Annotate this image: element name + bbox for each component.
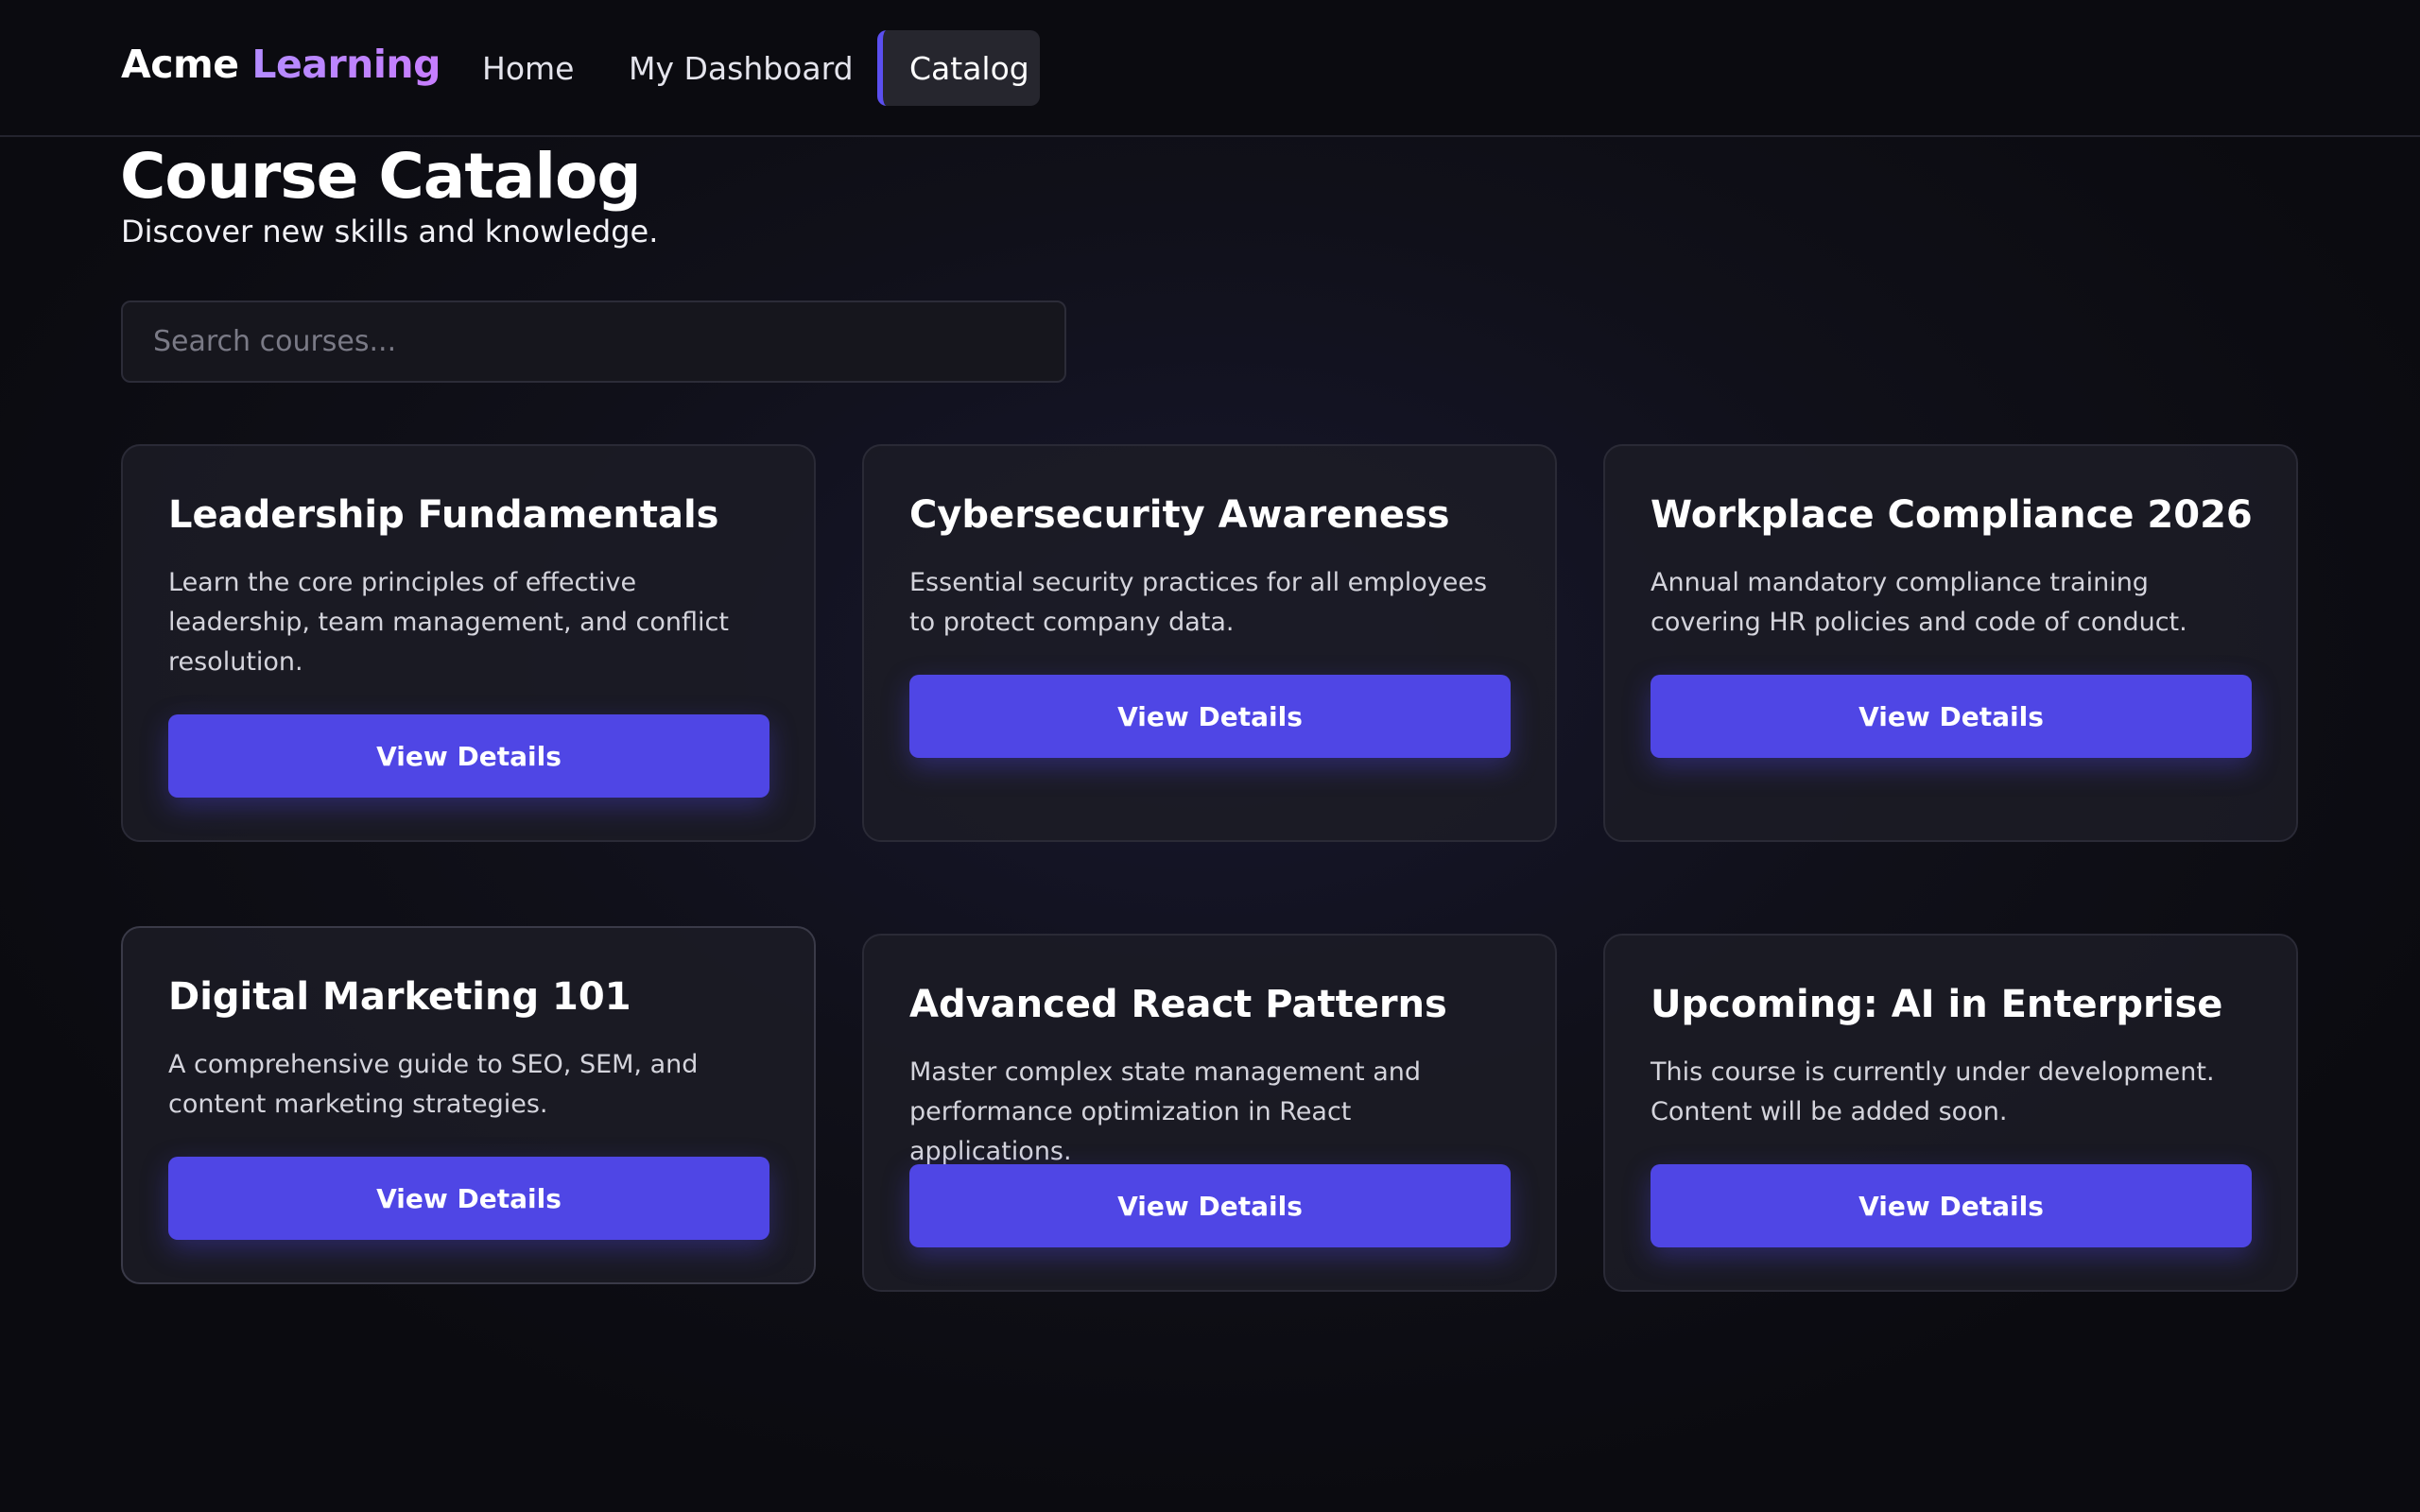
course-title: Upcoming: AI in Enterprise — [1651, 983, 2223, 1026]
course-title: Digital Marketing 101 — [168, 975, 631, 1019]
course-title: Advanced React Patterns — [909, 983, 1447, 1026]
top-nav: Acme Learning Home My Dashboard Catalog — [0, 0, 2420, 137]
view-details-button[interactable]: View Details — [168, 1157, 769, 1240]
page-title: Course Catalog — [120, 140, 642, 213]
course-description: A comprehensive guide to SEO, SEM, and c… — [168, 1050, 699, 1119]
view-details-button[interactable]: View Details — [909, 1164, 1511, 1247]
course-card: Cybersecurity Awareness Essential securi… — [862, 444, 1557, 842]
page-subtitle: Discover new skills and knowledge. — [121, 214, 659, 249]
course-description: Master complex state management and perf… — [909, 1057, 1422, 1166]
course-description: Learn the core principles of effective l… — [168, 568, 729, 677]
nav-link-home[interactable]: Home — [459, 30, 596, 106]
course-title: Cybersecurity Awareness — [909, 493, 1450, 537]
nav-link-catalog[interactable]: Catalog — [877, 30, 1040, 106]
course-title: Leadership Fundamentals — [168, 493, 719, 537]
brand-logo[interactable]: Acme Learning — [121, 42, 441, 87]
brand-name-learning: Learning — [251, 42, 441, 87]
course-card: Leadership Fundamentals Learn the core p… — [121, 444, 816, 842]
course-description: Essential security practices for all emp… — [909, 568, 1488, 637]
view-details-button[interactable]: View Details — [168, 714, 769, 798]
view-details-button[interactable]: View Details — [1651, 1164, 2252, 1247]
course-description: Annual mandatory compliance training cov… — [1651, 568, 2187, 637]
course-title: Workplace Compliance 2026 — [1651, 493, 2253, 537]
search-input[interactable] — [121, 301, 1066, 383]
course-card: Upcoming: AI in Enterprise This course i… — [1603, 934, 2298, 1292]
brand-name-acme: Acme — [121, 42, 252, 87]
course-card: Workplace Compliance 2026 Annual mandato… — [1603, 444, 2298, 842]
view-details-button[interactable]: View Details — [909, 675, 1511, 758]
course-card: Digital Marketing 101 A comprehensive gu… — [121, 926, 816, 1284]
view-details-button[interactable]: View Details — [1651, 675, 2252, 758]
course-card: Advanced React Patterns Master complex s… — [862, 934, 1557, 1292]
nav-link-dashboard[interactable]: My Dashboard — [606, 30, 876, 106]
course-description: This course is currently under developme… — [1651, 1057, 2215, 1126]
